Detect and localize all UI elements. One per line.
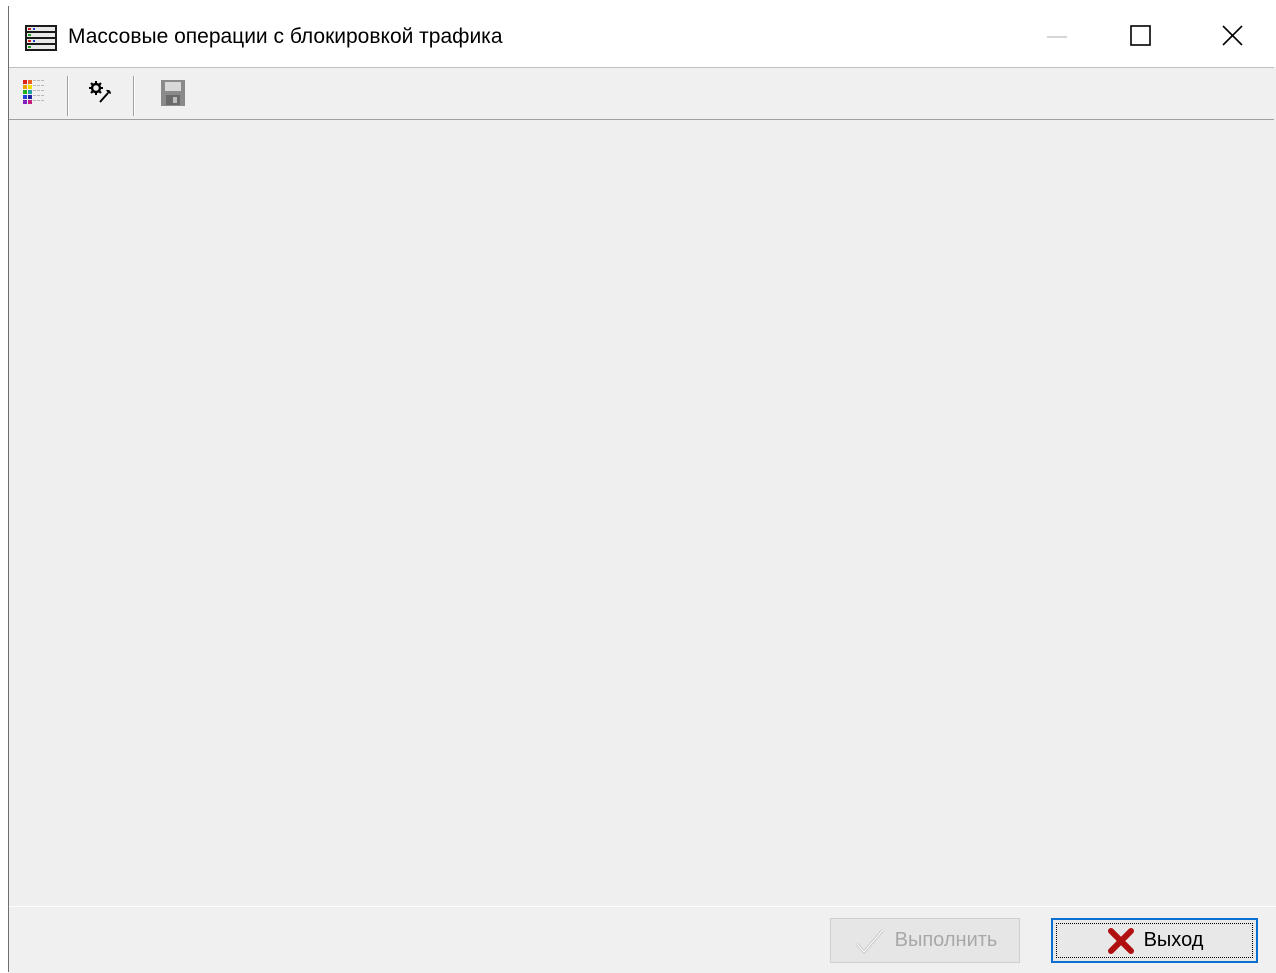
button-bar: Выполнить Выход [9,906,1276,973]
server-list-icon [25,25,57,51]
window-title: Массовые операции с блокировкой трафика [68,25,503,48]
minimize-icon [1047,36,1067,38]
dialog-window: Массовые операции с блокировкой трафика [8,6,1276,973]
toolbar-separator [67,76,69,116]
settings-tools-icon [89,81,111,103]
toolbar [9,67,1274,120]
content-area [9,120,1276,906]
color-grid-icon [23,80,44,104]
run-button-label: Выполнить [894,929,998,951]
checkmark-icon [855,928,884,954]
minimize-button[interactable] [1005,6,1097,67]
run-button[interactable]: Выполнить [830,918,1020,963]
toolbar-settings-button[interactable] [84,76,118,112]
red-x-icon [1107,927,1134,954]
maximize-icon [1130,25,1151,46]
maximize-button[interactable] [1097,6,1189,67]
save-floppy-icon [161,80,185,106]
toolbar-color-grid-button[interactable] [19,76,53,112]
exit-button-label: Выход [1143,929,1204,951]
close-button[interactable] [1189,6,1276,67]
toolbar-separator [133,76,135,116]
close-icon [1222,25,1243,46]
title-bar[interactable]: Массовые операции с блокировкой трафика [9,6,1276,67]
exit-button[interactable]: Выход [1051,918,1258,963]
toolbar-save-button[interactable] [157,76,191,112]
